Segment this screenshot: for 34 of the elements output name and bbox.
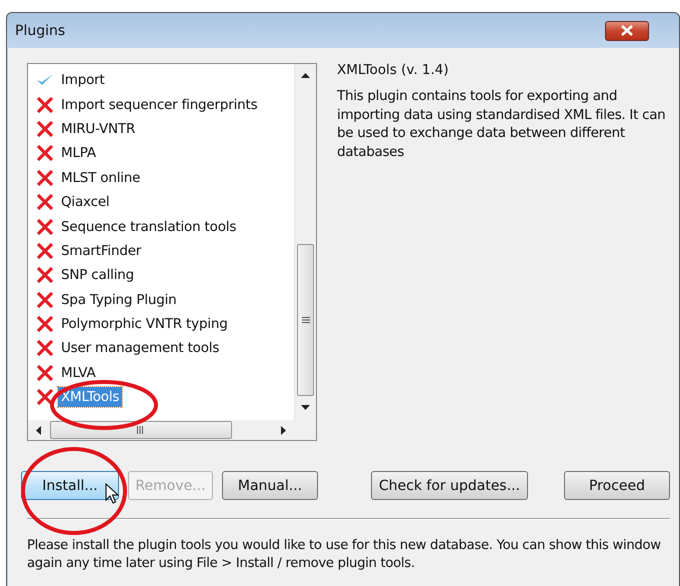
scroll-up-icon[interactable] xyxy=(301,73,310,79)
vertical-scrollbar[interactable] xyxy=(294,64,316,420)
plugin-item[interactable]: User management tools xyxy=(58,338,222,358)
plugin-item[interactable]: Import xyxy=(58,70,108,90)
plugin-item[interactable]: MLVA xyxy=(58,362,98,383)
mouse-pointer-icon xyxy=(105,483,119,505)
scroll-right-icon[interactable] xyxy=(280,426,286,434)
scroll-thumb[interactable] xyxy=(50,421,232,439)
plugin-item[interactable]: XMLTools xyxy=(58,387,122,408)
plugin-item[interactable]: Import sequencer fingerprints xyxy=(58,94,260,115)
plugin-item[interactable]: Polymorphic VNTR typing xyxy=(58,314,231,334)
grip-icon xyxy=(136,426,146,434)
plugin-item[interactable]: SNP calling xyxy=(58,265,137,286)
grip-icon xyxy=(302,316,310,324)
help-text: Please install the plugin tools you would like to use for this new database. You can show this window again any time later using File > Install / remove plugin tools. xyxy=(26,537,662,573)
plugin-item[interactable]: MIRU-VNTR xyxy=(58,118,138,139)
scroll-thumb[interactable] xyxy=(297,244,314,396)
window-title: Plugins xyxy=(15,22,66,38)
close-button[interactable] xyxy=(605,20,649,40)
scroll-left-icon[interactable] xyxy=(36,426,42,434)
close-icon xyxy=(620,25,634,36)
plugin-item[interactable]: MLPA xyxy=(58,143,99,164)
plugin-description: This plugin contains tools for exporting and importing data using standardised XML files. It can be used to exchange data between different databases xyxy=(337,87,666,161)
scroll-down-icon[interactable] xyxy=(301,405,310,411)
plugin-title: XMLTools (v. 1.4) xyxy=(337,62,450,78)
dialog-button[interactable]: Proceed xyxy=(564,471,670,500)
plugin-item[interactable]: SmartFinder xyxy=(58,240,144,261)
dialog-button[interactable]: Manual... xyxy=(222,471,318,500)
dialog-button[interactable]: Install... xyxy=(21,471,119,500)
plugin-item[interactable]: MLST online xyxy=(58,168,144,188)
plugin-item[interactable]: Spa Typing Plugin xyxy=(58,290,180,310)
plugin-item[interactable]: Qiaxcel xyxy=(58,192,112,212)
dialog-button[interactable]: Check for updates... xyxy=(371,471,528,500)
plugin-item[interactable]: Sequence translation tools xyxy=(58,216,240,237)
